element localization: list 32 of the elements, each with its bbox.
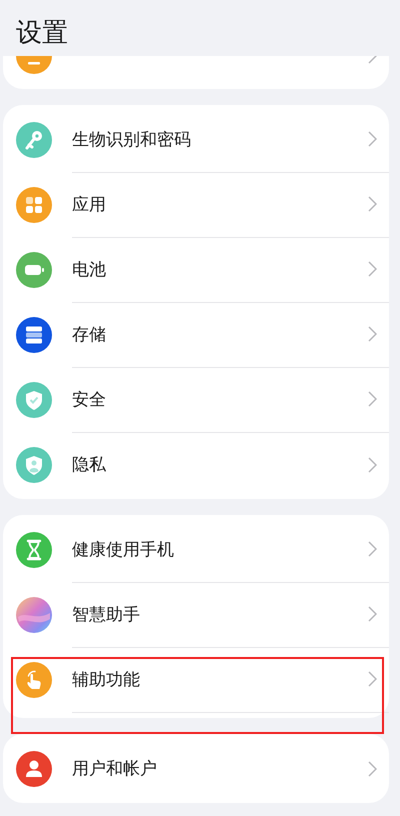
item-label: 应用	[72, 194, 107, 216]
item-label: 隐私	[72, 454, 107, 476]
settings-item[interactable]: 生物识别和密码	[3, 107, 389, 172]
settings-item[interactable]: 安全	[3, 367, 389, 432]
item-label: 存储	[72, 324, 107, 346]
item-label: 健康使用手机	[72, 538, 175, 560]
item-label: 电池	[72, 258, 107, 280]
item-label: 安全	[72, 388, 107, 410]
settings-item[interactable]: 隐私	[3, 432, 389, 497]
settings-item[interactable]: 用户和帐户	[3, 736, 389, 801]
chevron-icon	[368, 760, 377, 776]
item-label: 智慧助手	[72, 604, 141, 626]
settings-item[interactable]: 存储	[3, 302, 389, 367]
item-label: 生物识别和密码	[72, 128, 192, 150]
settings-item[interactable]: 健康使用手机	[3, 517, 389, 582]
chevron-icon	[368, 456, 377, 472]
chevron-icon	[368, 391, 377, 407]
chevron-icon	[368, 326, 377, 342]
settings-item[interactable]: 辅助功能	[3, 647, 389, 712]
chevron-icon	[368, 671, 377, 687]
assistant-icon	[16, 596, 52, 632]
page-title: 设置	[16, 17, 69, 50]
chevron-icon	[368, 606, 377, 622]
chevron-icon	[368, 541, 377, 557]
item-label: 辅助功能	[72, 668, 141, 690]
chevron-icon	[368, 261, 377, 277]
settings-item[interactable]: 智慧助手	[3, 582, 389, 647]
settings-item[interactable]: 应用	[3, 172, 389, 237]
item-label: 用户和帐户	[72, 758, 158, 780]
chevron-icon	[368, 131, 377, 147]
chevron-icon	[368, 196, 377, 212]
settings-item[interactable]: 电池	[3, 237, 389, 302]
